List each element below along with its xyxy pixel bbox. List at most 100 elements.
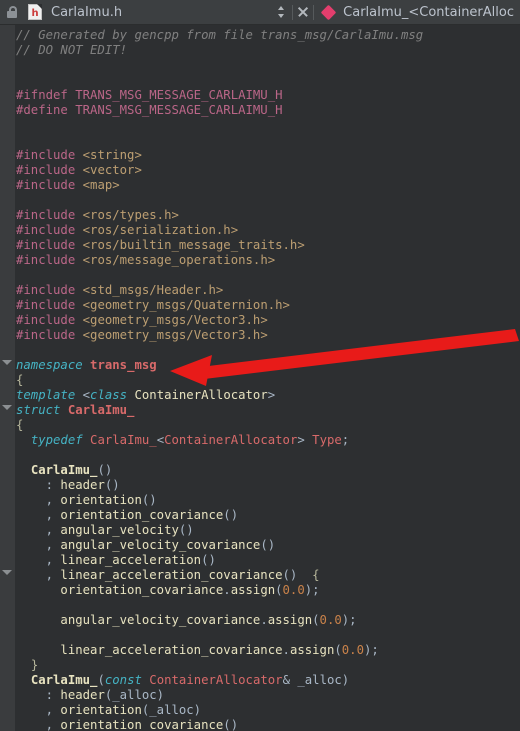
code-line: , orientation() <box>16 493 520 508</box>
code-line: #include <ros/message_operations.h> <box>16 253 520 268</box>
code-token: { <box>312 568 320 582</box>
code-token: () <box>97 463 113 477</box>
code-token: #include <box>16 178 83 192</box>
code-token: ( <box>334 643 342 657</box>
code-line: } <box>16 658 520 673</box>
code-token: ( <box>312 613 320 627</box>
code-line: orientation_covariance.assign(0.0); <box>16 583 520 598</box>
fold-marker-constructor[interactable] <box>2 570 12 575</box>
code-token: orientation_covariance <box>60 508 224 522</box>
code-token: () <box>178 523 194 537</box>
code-token: #include <box>16 283 83 297</box>
code-token: assign <box>289 643 335 657</box>
code-token: () <box>223 508 239 522</box>
code-token: <ros/message_operations.h> <box>82 253 276 267</box>
code-token: () <box>141 493 157 507</box>
code-token: <ros/builtin_message_traits.h> <box>82 238 305 252</box>
unlocked-padlock-icon[interactable] <box>5 5 19 19</box>
code-token: > <box>297 433 313 447</box>
code-token: #include <box>16 328 83 342</box>
fold-marker-namespace[interactable] <box>2 360 12 365</box>
code-editor-window: h CarlaImu.h CarlaImu_<ContainerAlloc //… <box>0 0 520 731</box>
code-line: , orientation_covariance() <box>16 718 520 731</box>
code-line: , angular_velocity() <box>16 523 520 538</box>
code-token: assign <box>267 613 313 627</box>
code-line: , angular_velocity_covariance() <box>16 538 520 553</box>
code-token: angular_velocity_covariance <box>60 613 261 627</box>
code-token: orientation <box>60 493 142 507</box>
code-token: orientation_covariance <box>60 583 224 597</box>
code-line: CarlaImu_(const ContainerAllocator& _all… <box>16 673 520 688</box>
code-token: trans_msg <box>90 358 157 372</box>
code-token: ); <box>341 613 357 627</box>
code-line: struct CarlaImu_ <box>16 403 520 418</box>
code-token: struct <box>16 403 68 417</box>
code-token: , <box>16 718 61 731</box>
titlebar-divider-2 <box>313 4 315 20</box>
code-token: CarlaImu_ <box>30 463 98 477</box>
code-token: linear_acceleration <box>60 553 202 567</box>
code-line: #include <string> <box>16 148 520 163</box>
code-token: // DO NOT EDIT! <box>16 43 128 57</box>
code-token: #include <box>16 253 83 267</box>
code-content[interactable]: // Generated by gencpp from file trans_m… <box>16 25 520 731</box>
code-token: #include <box>16 208 83 222</box>
code-token: assign <box>230 583 276 597</box>
code-token: { <box>16 418 24 432</box>
editor-gutter[interactable] <box>0 25 15 731</box>
code-line: #include <ros/builtin_message_traits.h> <box>16 238 520 253</box>
code-token: <std_msgs/Header.h> <box>82 283 224 297</box>
code-token: <geometry_msgs/Vector3.h> <box>82 313 268 327</box>
code-token: ContainerAllocator <box>127 388 268 402</box>
editor-area[interactable]: // Generated by gencpp from file trans_m… <box>0 25 520 731</box>
code-token: // Generated by gencpp from file trans_m… <box>16 28 424 42</box>
code-token: () <box>201 553 216 567</box>
code-token: CarlaImu_ <box>30 673 98 687</box>
code-line: #include <ros/serialization.h> <box>16 223 520 238</box>
code-token: , <box>16 568 61 582</box>
title-bar: h CarlaImu.h CarlaImu_<ContainerAlloc <box>0 0 520 25</box>
code-token: 0.0 <box>341 643 364 657</box>
code-token: angular_velocity_covariance <box>60 538 261 552</box>
code-token: () <box>260 538 276 552</box>
code-token: linear_acceleration_covariance <box>60 643 283 657</box>
close-x-icon[interactable] <box>293 4 313 20</box>
code-token: #include <box>16 148 83 162</box>
code-token: CarlaImu_ <box>67 403 135 417</box>
code-token: #include <box>16 313 83 327</box>
code-token: < <box>82 388 91 402</box>
code-token: #define TRANS_MSG_MESSAGE_CARLAIMU_H <box>16 103 283 117</box>
fold-marker-struct[interactable] <box>2 405 12 410</box>
code-token: , <box>16 508 61 522</box>
code-line: { <box>16 418 520 433</box>
code-token: CarlaImu_ <box>90 433 157 447</box>
code-token: #include <box>16 163 83 177</box>
code-token: ); <box>304 583 320 597</box>
code-token: #ifndef TRANS_MSG_MESSAGE_CARLAIMU_H <box>16 88 283 102</box>
code-token: header <box>60 688 105 702</box>
code-token: linear_acceleration_covariance <box>60 568 283 582</box>
pink-diamond-icon <box>320 4 337 20</box>
code-line: #ifndef TRANS_MSG_MESSAGE_CARLAIMU_H <box>16 88 520 103</box>
code-line: #include <geometry_msgs/Vector3.h> <box>16 313 520 328</box>
code-token: header <box>60 478 105 492</box>
code-token: ContainerAllocator <box>149 673 283 687</box>
code-token: #include <box>16 223 83 237</box>
code-token: <map> <box>82 178 120 192</box>
code-line: #define TRANS_MSG_MESSAGE_CARLAIMU_H <box>16 103 520 118</box>
code-token: > <box>267 388 276 402</box>
code-token: { <box>16 373 24 387</box>
code-token: Type <box>312 433 342 447</box>
code-token: angular_velocity <box>60 523 179 537</box>
code-line: typedef CarlaImu_<ContainerAllocator> Ty… <box>16 433 520 448</box>
sort-updown-icon[interactable] <box>276 4 287 20</box>
